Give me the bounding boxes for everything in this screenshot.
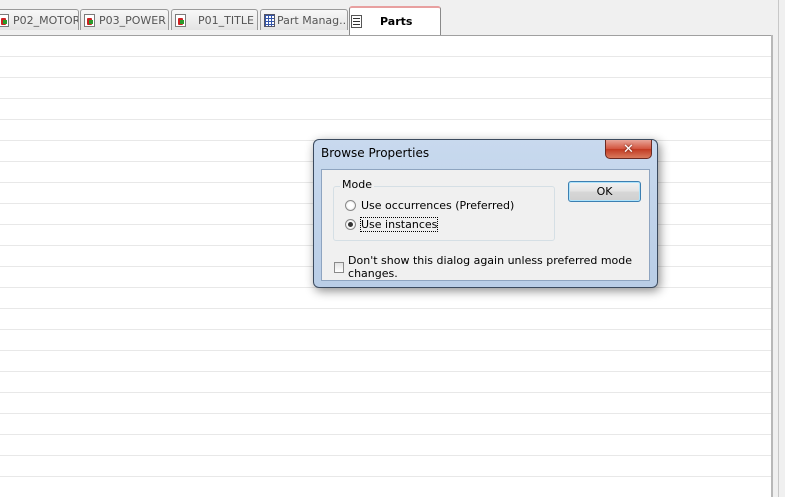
checkbox-label: Don't show this dialog again unless pref… — [348, 254, 633, 280]
tab-parts[interactable]: Parts — [349, 6, 441, 35]
parts-list-icon — [351, 15, 362, 28]
spreadsheet-icon — [264, 13, 275, 27]
pdf-document-icon — [175, 13, 186, 27]
window-edge — [773, 0, 785, 497]
pdf-document-icon — [0, 13, 9, 27]
document-tab-strip: P02_MOTOR P03_POWER P01_TITLE Part Manag… — [0, 0, 780, 35]
mode-groupbox: Mode Use occurrences (Preferred) Use ins… — [333, 178, 555, 241]
radio-use-instances[interactable]: Use instances — [345, 217, 439, 232]
browse-properties-dialog: Browse Properties ✕ Mode Use occurrences… — [313, 139, 658, 288]
radio-label: Use occurrences (Preferred) — [361, 199, 515, 212]
tab-p01-title[interactable]: P01_TITLE — [171, 9, 258, 30]
tab-part-manager[interactable]: Part Manag... — [260, 9, 348, 30]
dont-show-again-checkbox[interactable] — [334, 261, 345, 273]
tab-label: P01_TITLE — [198, 13, 254, 27]
radio-label: Use instances — [359, 217, 439, 232]
radio-button-checked[interactable] — [345, 219, 356, 230]
pdf-document-icon — [84, 13, 95, 27]
tab-p03-power[interactable]: P03_POWER — [80, 9, 169, 30]
tab-label: Parts — [380, 15, 413, 28]
close-icon: ✕ — [623, 141, 634, 157]
tab-label: P03_POWER — [99, 13, 166, 27]
tab-label: P02_MOTOR — [13, 13, 79, 27]
tab-p02-motor[interactable]: P02_MOTOR — [0, 9, 79, 30]
dialog-body: Mode Use occurrences (Preferred) Use ins… — [321, 169, 650, 281]
radio-use-occurrences[interactable]: Use occurrences (Preferred) — [345, 199, 514, 212]
dont-show-again-option[interactable]: Don't show this dialog again unless pref… — [334, 254, 649, 280]
close-button[interactable]: ✕ — [605, 140, 652, 159]
tab-label: Part Manag... — [277, 13, 348, 27]
application-window: P02_MOTOR P03_POWER P01_TITLE Part Manag… — [0, 0, 785, 497]
dialog-title: Browse Properties — [321, 146, 430, 160]
mode-legend: Mode — [340, 178, 374, 191]
radio-button-unchecked[interactable] — [345, 200, 356, 211]
ok-button[interactable]: OK — [568, 181, 641, 202]
